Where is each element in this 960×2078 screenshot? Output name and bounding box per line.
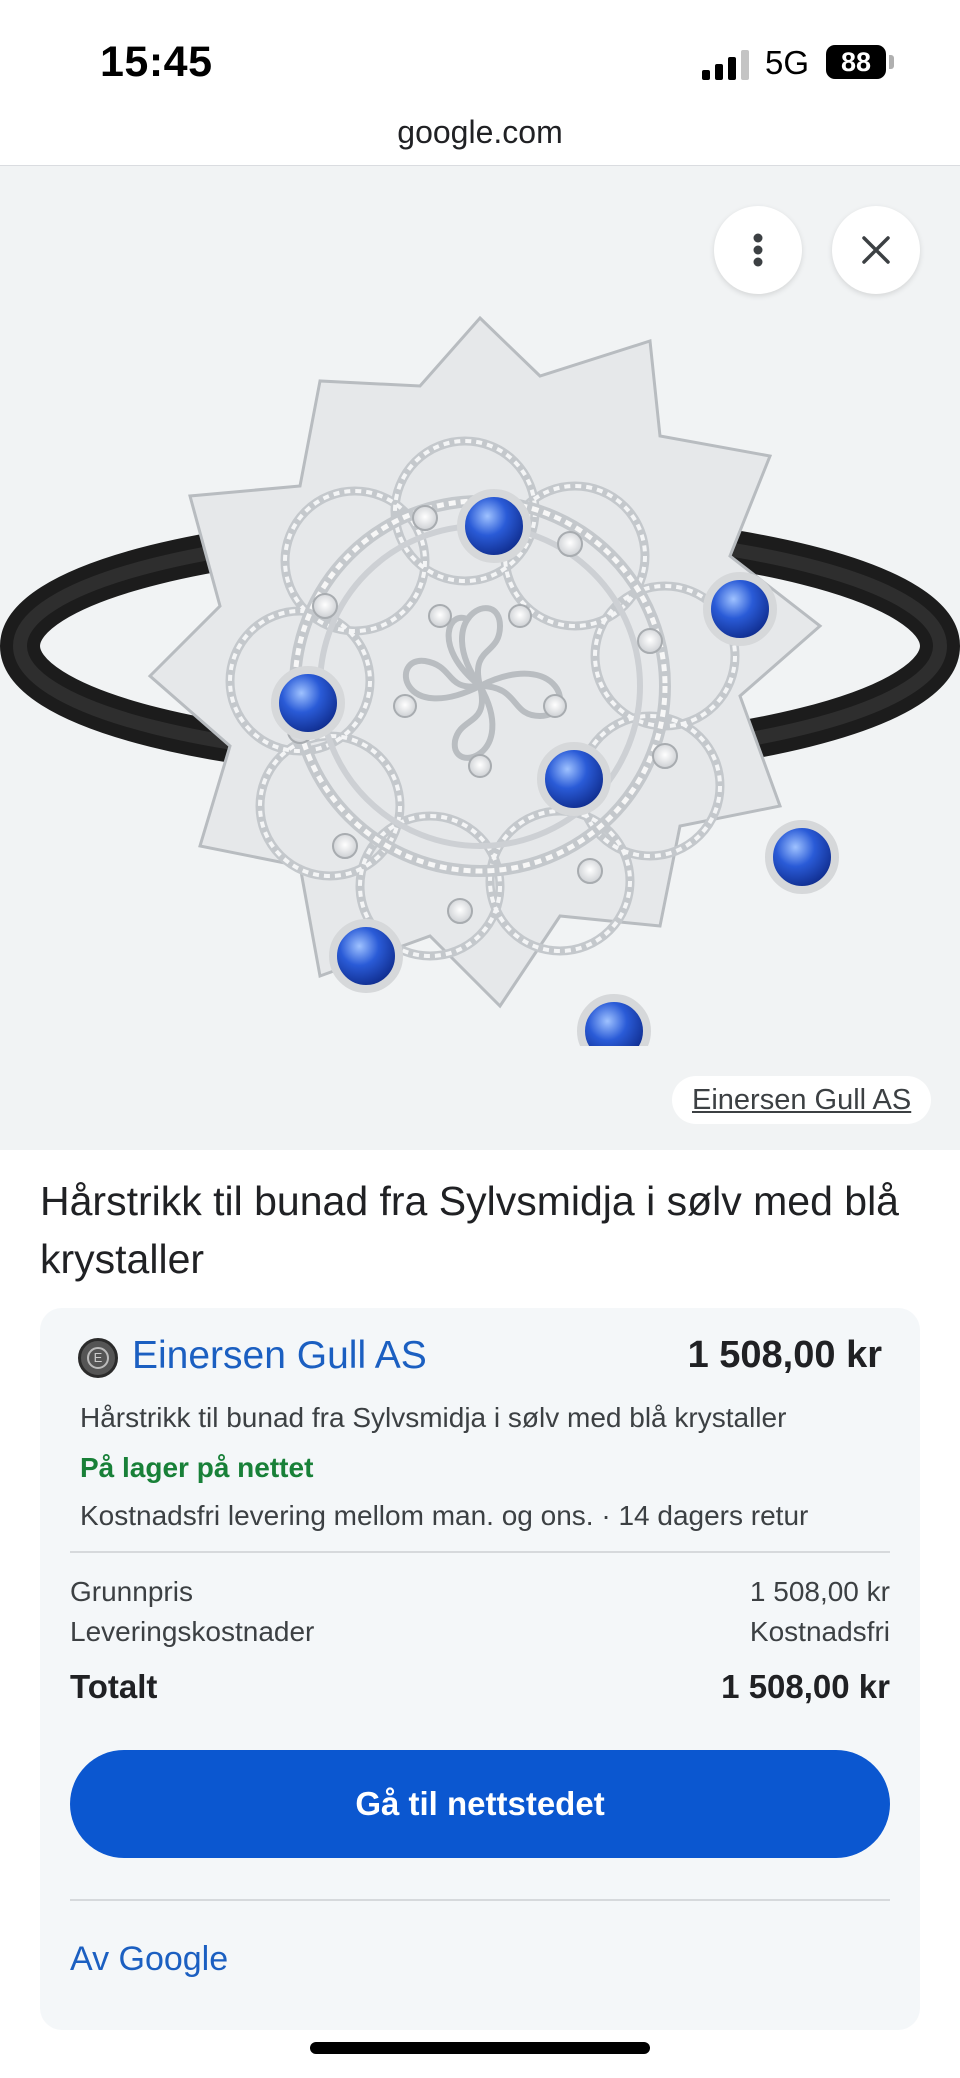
shipping-value: Kostnadsfri [749,1616,890,1647]
go-to-website-button[interactable]: Gå til nettstedet [70,1750,890,1858]
image-source-link[interactable]: Einersen Gull AS [672,1076,932,1124]
shipping-label: Leveringskostnader [70,1616,315,1647]
offer-description: Hårstrikk til bunad fra Sylvsmidja i søl… [80,1402,787,1433]
more-options-button[interactable] [714,206,802,294]
cellular-signal-icon [702,50,749,80]
close-icon [862,236,890,264]
close-button[interactable] [832,206,920,294]
total-value: 1 508,00 kr [721,1668,890,1705]
seller-name-link[interactable]: Einersen Gull AS [132,1334,427,1378]
product-image[interactable] [0,286,960,1046]
home-indicator[interactable] [310,2042,650,2054]
url-bar[interactable]: google.com [0,112,960,166]
total-row: Totalt 1 508,00 kr [70,1668,890,1706]
offer-price: 1 508,00 kr [687,1334,882,1376]
image-viewer: Einersen Gull AS [0,166,960,1150]
battery-cap [889,55,894,69]
seller-row: E Einersen Gull AS 1 508,00 kr [78,1328,882,1388]
divider [70,1899,890,1901]
stock-status: På lager på nettet [80,1452,314,1483]
battery-level: 88 [840,46,872,77]
status-time: 15:45 [100,38,213,86]
network-type: 5G [765,44,810,81]
url-text: google.com [397,114,563,150]
base-price-label: Grunnpris [70,1576,193,1607]
status-bar: 15:45 5G 88 [0,0,960,112]
offer-card: E Einersen Gull AS 1 508,00 kr Hårstrikk… [40,1308,920,2030]
product-title: Hårstrikk til bunad fra Sylvsmidja i søl… [40,1178,899,1282]
more-vertical-icon [753,233,763,267]
base-price-row: Grunnpris 1 508,00 kr [70,1576,890,1608]
divider [70,1551,890,1553]
shipping-row: Leveringskostnader Kostnadsfri [70,1616,890,1648]
by-google-link[interactable]: Av Google [70,1940,228,1979]
battery-icon: 88 [826,45,886,79]
delivery-info: Kostnadsfri levering mellom man. og ons.… [80,1500,809,1531]
total-label: Totalt [70,1668,158,1705]
base-price-value: 1 508,00 kr [749,1576,890,1607]
seller-logo: E [78,1338,118,1378]
